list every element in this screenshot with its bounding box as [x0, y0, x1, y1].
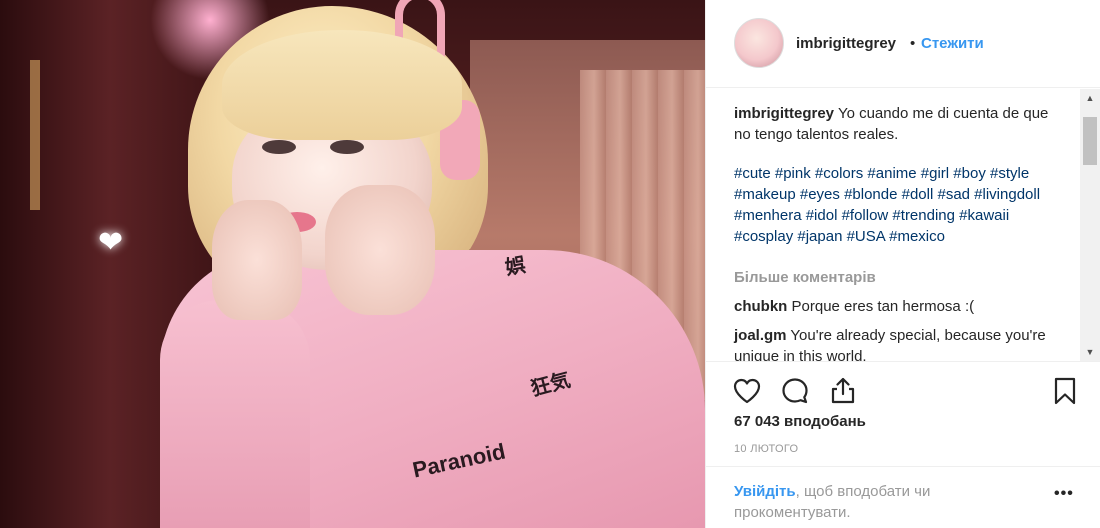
bookmark-icon[interactable] [1050, 376, 1080, 406]
comments-panel[interactable]: imbrigittegrey Yo cuando me di cuenta de… [706, 89, 1100, 361]
username-link[interactable]: imbrigittegrey [796, 35, 896, 52]
photo-eye-right [330, 140, 364, 154]
post-photo[interactable]: ❤ Paranoid 狂気 娯 [0, 0, 705, 528]
more-options-icon[interactable]: ••• [1054, 485, 1074, 503]
share-icon[interactable] [828, 376, 858, 406]
likes-count[interactable]: 67 043 вподобань [734, 413, 866, 430]
comment-username[interactable]: chubkn [734, 298, 787, 315]
login-link[interactable]: Увійдіть [734, 483, 796, 500]
comments-list: imbrigittegrey Yo cuando me di cuenta de… [734, 103, 1064, 361]
heart-light-icon: ❤ [98, 226, 124, 259]
caption-username[interactable]: imbrigittegrey [734, 105, 834, 122]
comment-item: joal.gm You're already special, because … [734, 325, 1064, 361]
login-prompt: Увійдіть, щоб вподобати чи прокоментуват… [706, 466, 1100, 528]
photo-hand-left [212, 200, 302, 320]
heart-outline-icon[interactable] [732, 376, 762, 406]
scroll-up-arrow-icon[interactable]: ▲ [1080, 89, 1100, 107]
more-comments-button[interactable]: Більше коментарів [734, 267, 1064, 288]
photo-eye-left [262, 140, 296, 154]
post-sidebar: imbrigittegrey • Стежити imbrigittegrey … [705, 0, 1100, 528]
comments-scrollbar[interactable]: ▲ ▼ [1080, 89, 1100, 361]
photo-bangs [222, 30, 462, 140]
hashtags[interactable]: #cute #pink #colors #anime #girl #boy #s… [734, 163, 1064, 247]
post-header: imbrigittegrey • Стежити [706, 0, 1100, 88]
post-date[interactable]: 10 ЛЮТОГО [734, 443, 798, 455]
scroll-down-arrow-icon[interactable]: ▼ [1080, 343, 1100, 361]
separator-dot: • [910, 35, 916, 52]
photo-light-strip [30, 60, 40, 210]
comment-bubble-icon[interactable] [780, 376, 810, 406]
login-text-block: Увійдіть, щоб вподобати чи прокоментуват… [734, 481, 1034, 523]
scrollbar-thumb[interactable] [1083, 117, 1097, 165]
follow-button[interactable]: Стежити [921, 35, 984, 52]
action-bar [706, 361, 1100, 419]
photo-hand-right [325, 185, 435, 315]
photo-sleeve [160, 300, 310, 528]
caption: imbrigittegrey Yo cuando me di cuenta de… [734, 103, 1064, 247]
comment-text: Porque eres tan hermosa :( [791, 298, 975, 315]
avatar[interactable] [734, 18, 784, 68]
comment-item: chubkn Porque eres tan hermosa :( [734, 296, 1064, 317]
comment-username[interactable]: joal.gm [734, 327, 787, 344]
